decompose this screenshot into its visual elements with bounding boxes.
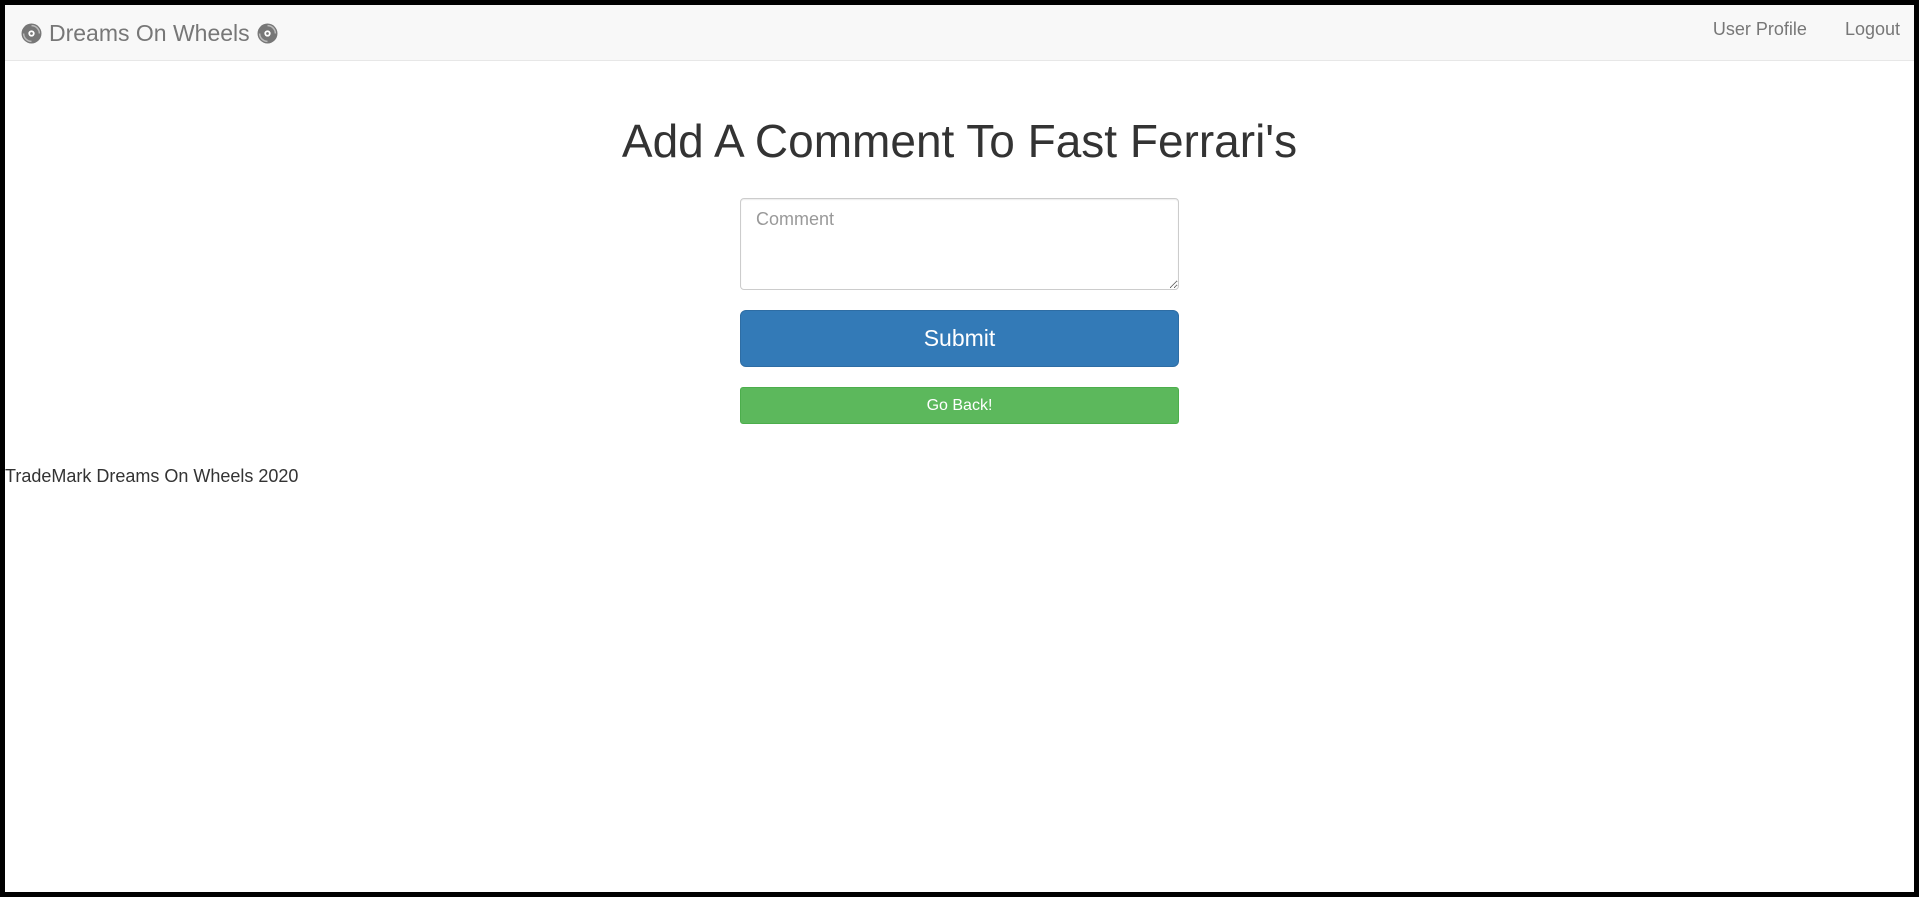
brand-name: Dreams On Wheels xyxy=(49,19,250,46)
nav-logout-link[interactable]: Logout xyxy=(1845,19,1900,40)
submit-button[interactable]: Submit xyxy=(740,310,1179,367)
navbar: Dreams On Wheels User Profile Logout xyxy=(5,5,1914,61)
go-back-button[interactable]: Go Back! xyxy=(740,387,1179,424)
browser-frame: Dreams On Wheels User Profile Logout Add… xyxy=(0,0,1919,897)
footer-trademark: TradeMark Dreams On Wheels 2020 xyxy=(5,466,299,486)
disc-icon xyxy=(21,23,42,43)
disc-icon xyxy=(257,23,278,43)
brand-link[interactable]: Dreams On Wheels xyxy=(21,16,278,50)
nav-links: User Profile Logout xyxy=(1713,19,1900,40)
page-title: Add A Comment To Fast Ferrari's xyxy=(621,115,1298,167)
nav-user-profile-link[interactable]: User Profile xyxy=(1713,19,1807,40)
comment-input[interactable] xyxy=(740,198,1179,290)
